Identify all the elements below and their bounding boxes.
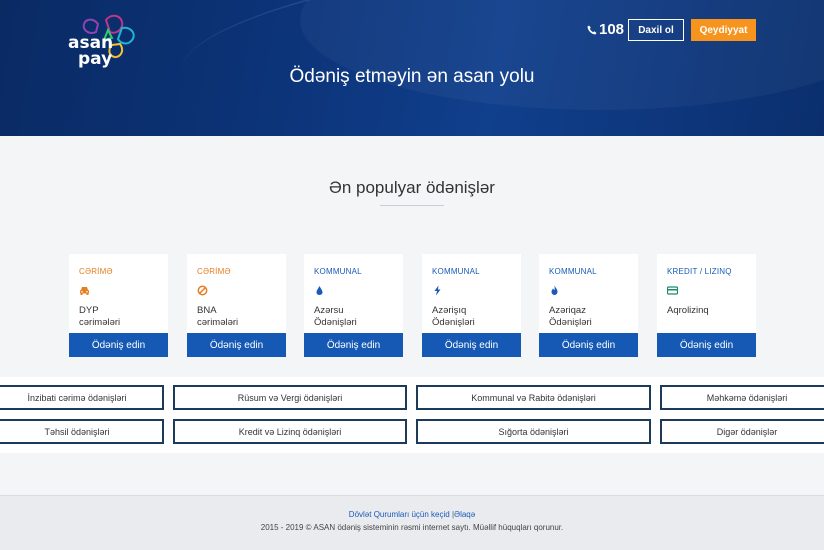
phone-icon xyxy=(587,25,597,34)
popular-card-aqrolizinq[interactable]: KREDIT / LIZINQ Aqrolizinq Ödəniş edin xyxy=(657,254,756,357)
login-button[interactable]: Daxil ol xyxy=(628,19,684,41)
category-other[interactable]: Digər ödənişlər xyxy=(660,419,824,444)
popular-card-azeriqaz[interactable]: KOMMUNAL Azəriqaz Ödənişləri Ödəniş edin xyxy=(539,254,638,357)
prohibited-icon xyxy=(197,285,208,296)
category-utilities-telecom[interactable]: Kommunal və Rabitə ödənişləri xyxy=(416,385,651,410)
credit-card-icon xyxy=(667,286,678,295)
hotline[interactable]: 108 xyxy=(587,21,624,38)
car-icon xyxy=(80,287,89,295)
popular-card-dyp[interactable]: CƏRİMƏ DYP cərimələri Ödəniş edin xyxy=(69,254,168,357)
card-name: Azərsu Ödənişləri xyxy=(314,305,357,328)
logo-text-pay: pay xyxy=(78,49,113,69)
category-administrative-fines[interactable]: İnzibati cərimə ödənişləri xyxy=(0,385,164,410)
pay-button[interactable]: Ödəniş edin xyxy=(187,333,286,357)
register-button[interactable]: Qeydiyyat xyxy=(691,19,756,41)
card-name: Azəriqaz Ödənişləri xyxy=(549,305,592,328)
gas-flame-icon xyxy=(551,285,558,295)
contact-link[interactable]: Əlaqə xyxy=(454,510,475,519)
pay-button[interactable]: Ödəniş edin xyxy=(304,333,403,357)
card-category: KOMMUNAL xyxy=(432,267,480,276)
pay-button[interactable]: Ödəniş edin xyxy=(539,333,638,357)
footer-links: Dövlət Qurumları üçün keçid |Əlaqə xyxy=(0,510,824,519)
category-credit-leasing[interactable]: Kredit və Lizinq ödənişləri xyxy=(173,419,407,444)
card-name: DYP cərimələri xyxy=(79,305,121,328)
card-category: CƏRİMƏ xyxy=(197,267,231,276)
water-drop-icon xyxy=(316,286,323,295)
lightning-icon xyxy=(434,285,441,296)
hero-banner: asan pay 108 Daxil ol Qeydiyyat Ödəniş e… xyxy=(0,0,824,136)
card-category: CƏRİMƏ xyxy=(79,267,113,276)
category-insurance[interactable]: Sığorta ödənişləri xyxy=(416,419,651,444)
card-name: Azərişıq Ödənişləri xyxy=(432,305,475,328)
pay-button[interactable]: Ödəniş edin xyxy=(69,333,168,357)
card-category: KOMMUNAL xyxy=(314,267,362,276)
title-divider xyxy=(380,205,444,206)
copyright-text: 2015 - 2019 © ASAN ödəniş sisteminin rəs… xyxy=(260,523,564,532)
pay-button[interactable]: Ödəniş edin xyxy=(422,333,521,357)
popular-card-azersu[interactable]: KOMMUNAL Azərsu Ödənişləri Ödəniş edin xyxy=(304,254,403,357)
card-name: Aqrolizinq xyxy=(667,305,709,316)
card-category: KREDIT / LIZINQ xyxy=(667,267,732,276)
hotline-number: 108 xyxy=(599,21,625,38)
category-fees-taxes[interactable]: Rüsum və Vergi ödənişləri xyxy=(173,385,407,410)
category-court[interactable]: Məhkəmə ödənişləri xyxy=(660,385,824,410)
gov-institutions-link[interactable]: Dövlət Qurumları üçün keçid xyxy=(349,510,450,519)
popular-card-bna[interactable]: CƏRİMƏ BNA cərimələri Ödəniş edin xyxy=(187,254,286,357)
popular-payments-title: Ən populyar ödənişlər xyxy=(329,178,495,197)
hero-title: Ödəniş etməyin ən asan yolu xyxy=(289,66,535,87)
footer: Dövlət Qurumları üçün keçid |Əlaqə 2015 … xyxy=(0,495,824,550)
category-education[interactable]: Təhsil ödənişləri xyxy=(0,419,164,444)
card-category: KOMMUNAL xyxy=(549,267,597,276)
popular-card-azerisiq[interactable]: KOMMUNAL Azərişıq Ödənişləri Ödəniş edin xyxy=(422,254,521,357)
pay-button[interactable]: Ödəniş edin xyxy=(657,333,756,357)
asanpay-logo[interactable]: asan pay xyxy=(68,14,138,68)
card-name: BNA cərimələri xyxy=(197,305,239,328)
